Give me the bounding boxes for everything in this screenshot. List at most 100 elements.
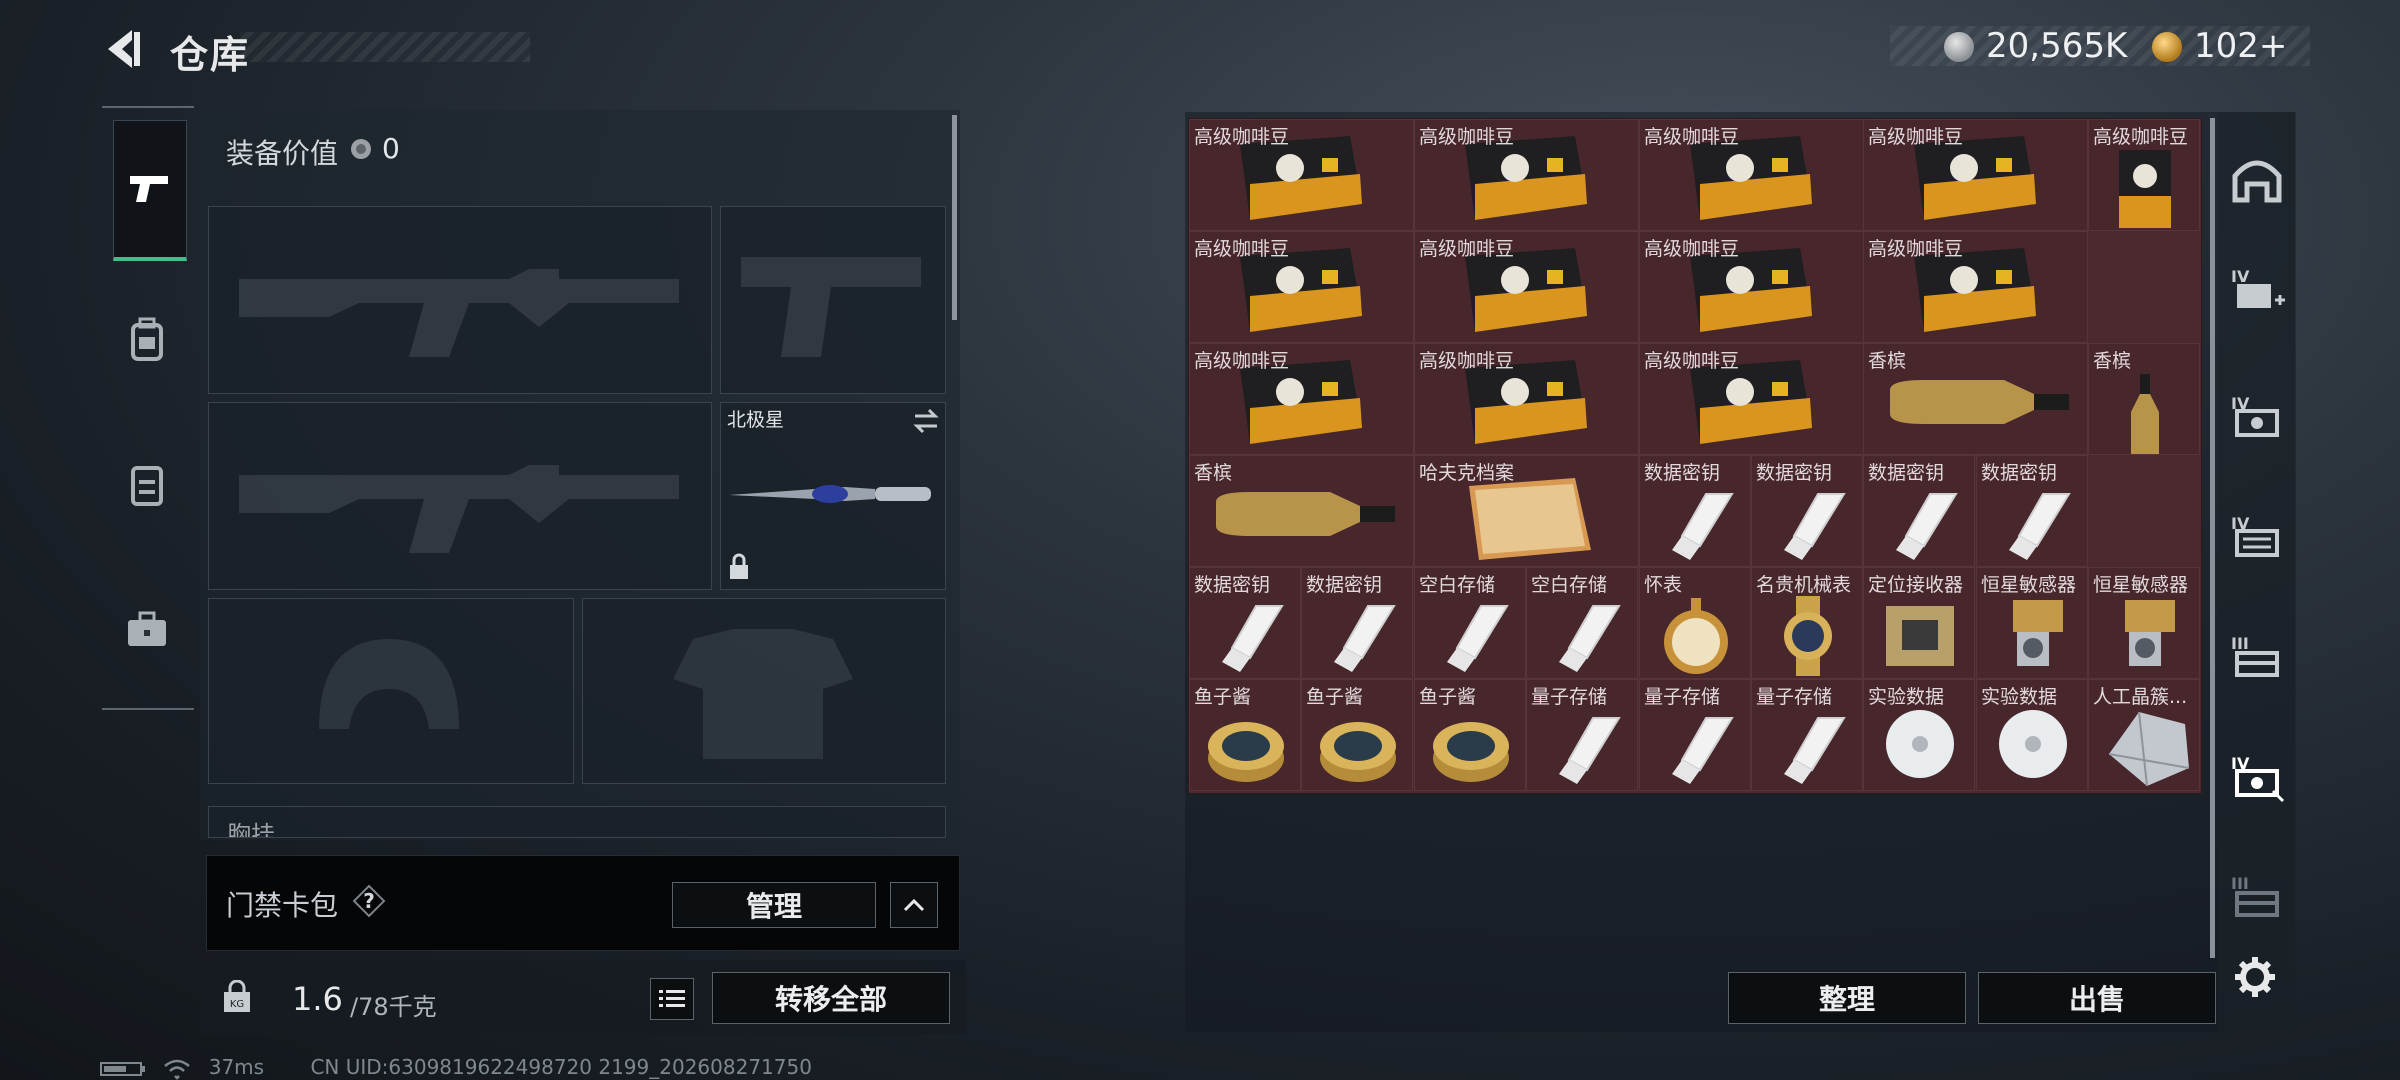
stash-item[interactable]: 定位接收器 — [1863, 567, 1975, 679]
stash-item[interactable]: 数据密钥 — [1863, 455, 1975, 567]
gold-currency-value[interactable]: 102+ — [2194, 26, 2287, 66]
swap-icon[interactable] — [911, 407, 941, 435]
usb-key-icon — [1334, 605, 1396, 672]
back-button[interactable] — [100, 24, 150, 74]
item-name: 高级咖啡豆 — [1194, 238, 1290, 260]
stash-item[interactable]: 量子存储 — [1639, 679, 1751, 791]
stash-item[interactable]: 高级咖啡豆 — [1863, 231, 2088, 343]
collapse-button[interactable] — [890, 882, 938, 928]
star-sensor-icon — [2125, 600, 2175, 666]
item-name: 高级咖啡豆 — [1194, 350, 1290, 372]
tab-storage-iv-4[interactable]: IV — [2220, 740, 2294, 814]
stash-item[interactable]: 高级咖啡豆 — [2088, 119, 2200, 231]
stash-scrollbar[interactable] — [2210, 118, 2215, 958]
secondary-weapon-slot[interactable] — [208, 402, 712, 590]
stash-item[interactable]: 高级咖啡豆 — [1414, 231, 1639, 343]
tab-storage-iii-1[interactable]: III — [2220, 620, 2294, 694]
helmet-slot[interactable] — [208, 598, 574, 784]
stash-item[interactable]: 数据密钥 — [1639, 455, 1751, 567]
stash-item[interactable]: 高级咖啡豆 — [1639, 231, 1864, 343]
chest-rig-slot[interactable]: 胸挂 — [208, 806, 946, 838]
caviar-tin-icon — [1208, 722, 1284, 782]
manage-button[interactable]: 管理 — [672, 882, 876, 928]
star-sensor-icon — [2013, 600, 2063, 666]
champagne-bottle-icon — [2131, 374, 2159, 454]
item-name: 高级咖啡豆 — [1419, 350, 1515, 372]
tab-storage-iii-2[interactable]: III — [2220, 860, 2294, 934]
wifi-icon — [164, 1059, 191, 1080]
tier-label: IV — [2231, 267, 2250, 286]
stash-item[interactable]: 高级咖啡豆 — [1863, 119, 2088, 231]
sidearm-slot[interactable] — [720, 206, 946, 394]
tab-storage-iv-1[interactable]: IV — [2220, 253, 2294, 327]
item-name: 鱼子酱 — [1419, 686, 1477, 708]
stash-item[interactable]: 高级咖啡豆 — [1639, 343, 1864, 455]
gold-coin-icon — [2152, 32, 2182, 62]
weight-current: 1.6 — [292, 980, 343, 1018]
stash-item[interactable]: 香槟 — [1863, 343, 2088, 455]
stash-item[interactable]: 空白存储 — [1414, 567, 1526, 679]
stash-item[interactable]: 高级咖啡豆 — [1414, 343, 1639, 455]
stash-item[interactable]: 数据密钥 — [1751, 455, 1863, 567]
list-view-button[interactable] — [650, 978, 694, 1020]
body-armor-slot[interactable] — [582, 598, 946, 784]
stash-item[interactable]: 高级咖啡豆 — [1414, 119, 1639, 231]
help-icon[interactable]: ? — [352, 884, 386, 918]
item-name: 香槟 — [2093, 350, 2132, 372]
stash-item[interactable]: 人工晶簇... — [2088, 679, 2200, 791]
stash-item[interactable]: 高级咖啡豆 — [1189, 119, 1414, 231]
stash-item[interactable]: 香槟 — [1189, 455, 1414, 567]
shelf-icon: IV — [2231, 514, 2279, 557]
tab-vest[interactable] — [110, 435, 184, 535]
stash-item[interactable]: 数据密钥 — [1976, 455, 2088, 567]
stash-item[interactable]: 量子存储 — [1751, 679, 1863, 791]
chest-rig-label: 胸挂 — [227, 821, 275, 838]
organize-button[interactable]: 整理 — [1728, 972, 1966, 1024]
stash-item[interactable]: 实验数据 — [1976, 679, 2088, 791]
stash-item[interactable]: 数据密钥 — [1189, 567, 1301, 679]
tab-weapons[interactable] — [113, 120, 187, 261]
stash-item[interactable]: 怀表 — [1639, 567, 1751, 679]
stash-item[interactable]: 实验数据 — [1863, 679, 1975, 791]
list-icon — [659, 990, 685, 1007]
tab-storage-iv-2[interactable]: IV — [2220, 380, 2294, 454]
tab-case[interactable] — [110, 580, 184, 680]
tab-backpack[interactable] — [110, 290, 184, 390]
back-arrow-icon — [108, 30, 140, 68]
tab-safehouse[interactable] — [2220, 143, 2294, 217]
sell-button[interactable]: 出售 — [1978, 972, 2216, 1024]
pocket-watch-icon — [1664, 598, 1728, 674]
stash-item[interactable]: 高级咖啡豆 — [1189, 231, 1414, 343]
tab-storage-iv-3[interactable]: IV — [2220, 500, 2294, 574]
usb-key-icon — [1559, 717, 1621, 784]
wristwatch-icon — [1784, 596, 1832, 676]
stash-item[interactable]: 数据密钥 — [1301, 567, 1413, 679]
stash-item[interactable]: 香槟 — [2088, 343, 2200, 455]
stash-item[interactable]: 鱼子酱 — [1301, 679, 1413, 791]
stash-item[interactable]: 空白存储 — [1526, 567, 1638, 679]
stash-item[interactable]: 名贵机械表 — [1751, 567, 1863, 679]
stash-item[interactable]: 恒星敏感器 — [2088, 567, 2200, 679]
pistol-icon — [130, 176, 168, 202]
melee-slot[interactable]: 北极星 — [720, 402, 946, 590]
vest-icon — [131, 466, 163, 506]
usb-key-icon — [1672, 493, 1734, 560]
settings-button[interactable] — [2218, 940, 2292, 1014]
uid-text: CN UID:6309819622498720 2199_20260827175… — [310, 1055, 812, 1079]
stash-item[interactable]: 高级咖啡豆 — [1189, 343, 1414, 455]
item-name: 高级咖啡豆 — [1419, 126, 1515, 148]
item-name: 香槟 — [1868, 350, 1907, 372]
item-name: 数据密钥 — [1194, 574, 1271, 596]
stash-item[interactable]: 高级咖啡豆 — [1639, 119, 1864, 231]
usb-key-icon — [1896, 493, 1958, 560]
equipment-scrollbar[interactable] — [952, 115, 957, 320]
item-name: 高级咖啡豆 — [1419, 238, 1515, 260]
stash-item[interactable]: 恒星敏感器 — [1976, 567, 2088, 679]
stash-item[interactable]: 量子存储 — [1526, 679, 1638, 791]
stash-item[interactable]: 鱼子酱 — [1189, 679, 1301, 791]
item-name: 鱼子酱 — [1306, 686, 1364, 708]
stash-item[interactable]: 哈夫克档案 — [1414, 455, 1639, 567]
transfer-all-button[interactable]: 转移全部 — [712, 972, 950, 1024]
primary-weapon-slot[interactable] — [208, 206, 712, 394]
stash-item[interactable]: 鱼子酱 — [1414, 679, 1526, 791]
